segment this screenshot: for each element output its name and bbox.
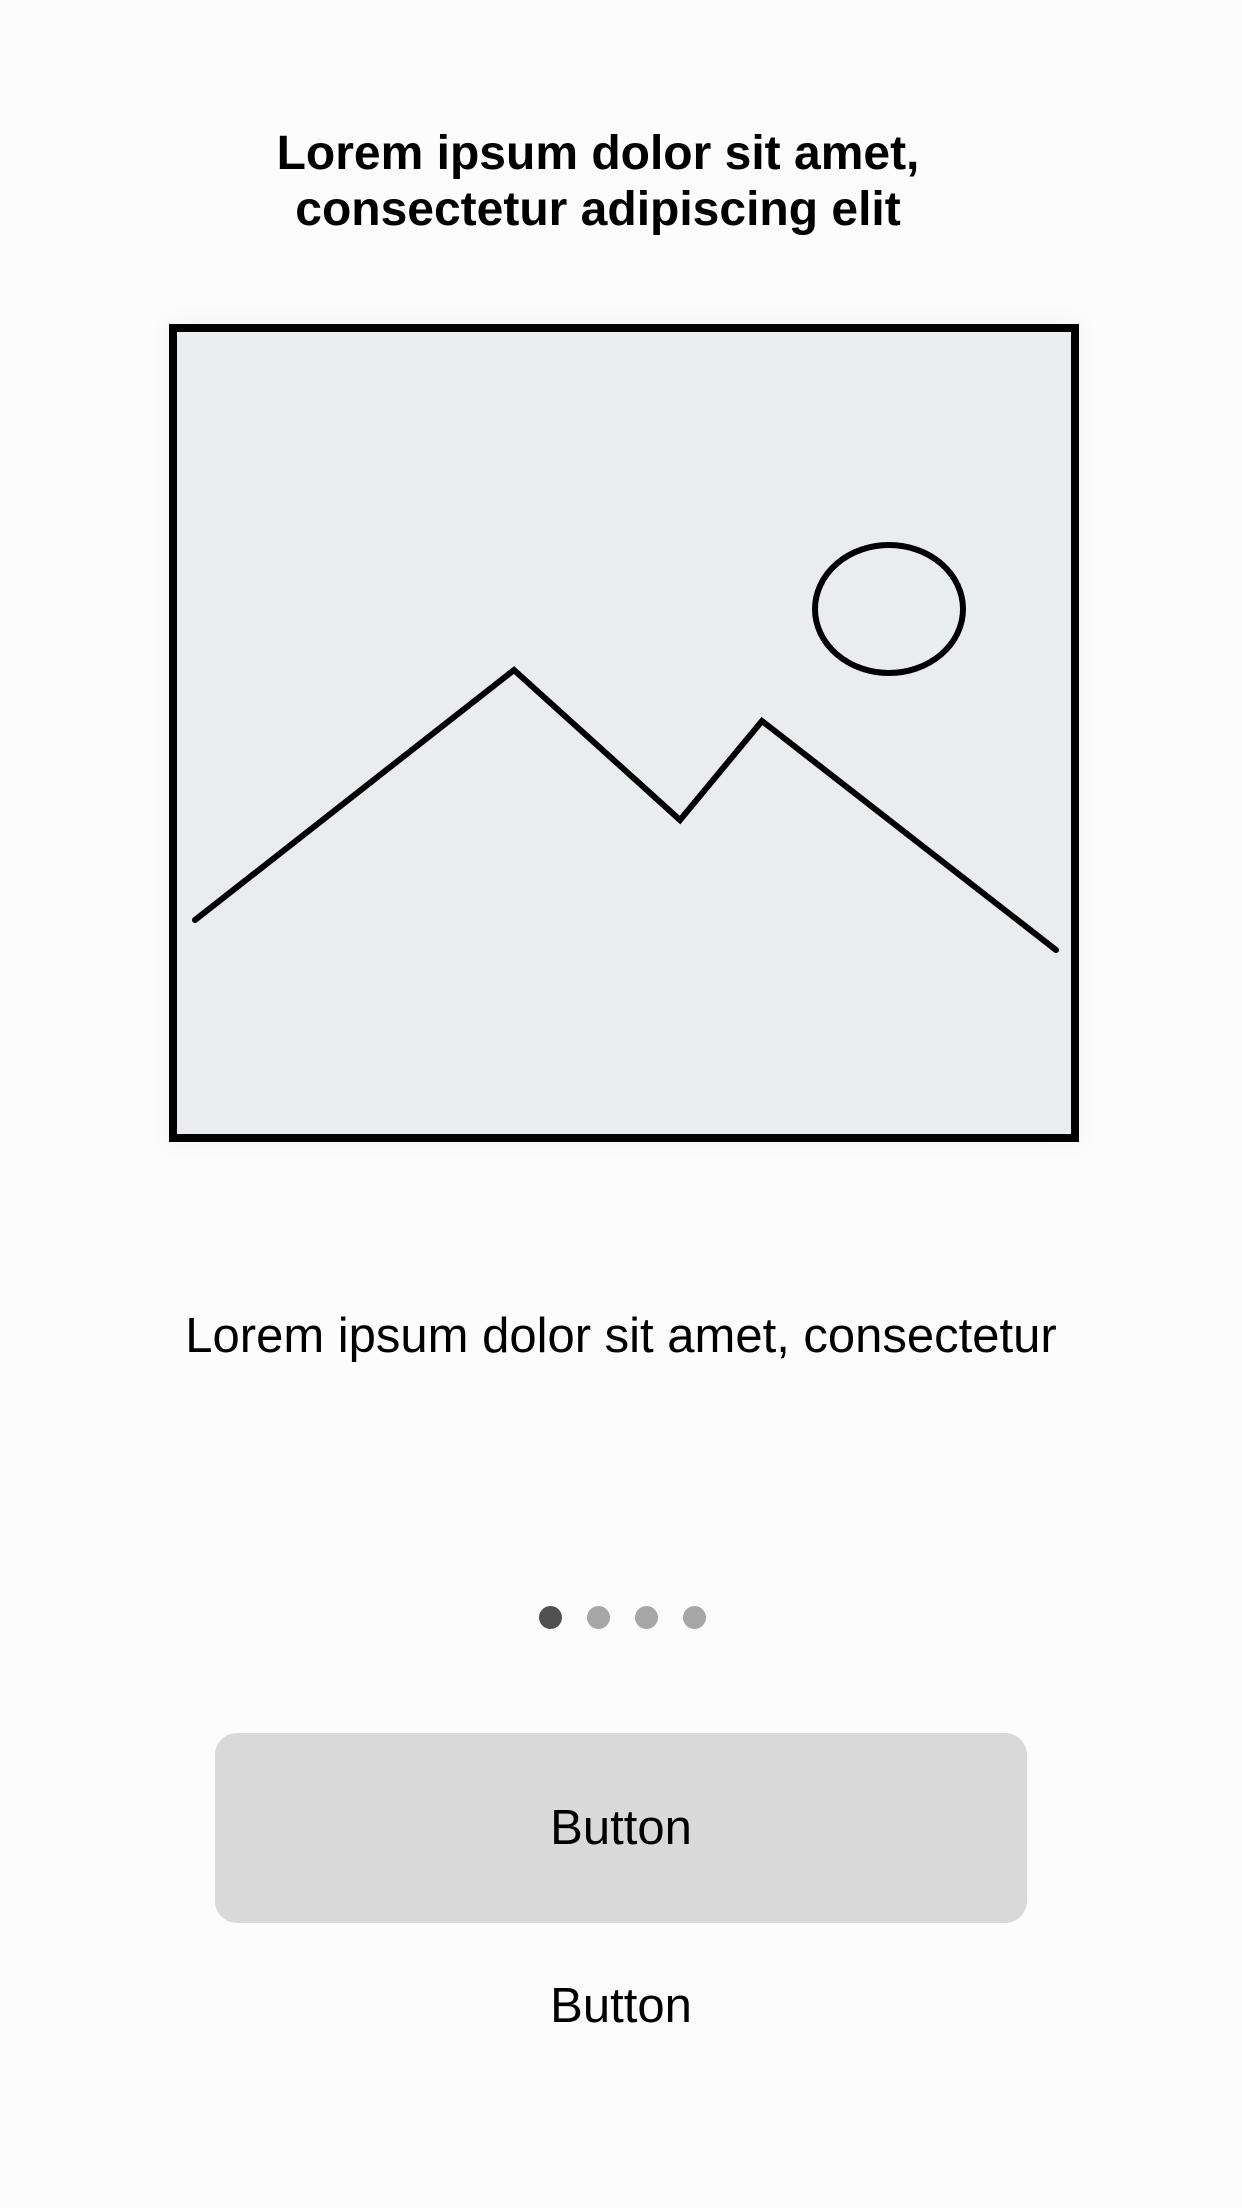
primary-button[interactable]: Button (215, 1733, 1027, 1923)
subtitle-text: Lorem ipsum dolor sit amet, consectetur (185, 1309, 1057, 1363)
page-dot-2[interactable] (587, 1606, 610, 1629)
hero-image (169, 324, 1079, 1142)
title-line-1: Lorem ipsum dolor sit amet, (276, 127, 920, 180)
image-frame (169, 324, 1079, 1142)
title-line-2: consectetur adipiscing elit (295, 183, 901, 236)
onboarding-screen: Lorem ipsum dolor sit amet, consectetur … (0, 0, 1242, 2208)
page-indicator (0, 1606, 1242, 1630)
page-dot-1[interactable] (539, 1606, 562, 1629)
secondary-button[interactable]: Button (371, 1966, 871, 2046)
page-dot-4[interactable] (683, 1606, 706, 1629)
page-dot-3[interactable] (635, 1606, 658, 1629)
page-title: Lorem ipsum dolor sit amet, consectetur … (0, 126, 1196, 238)
image-placeholder-icon (169, 324, 1079, 1142)
